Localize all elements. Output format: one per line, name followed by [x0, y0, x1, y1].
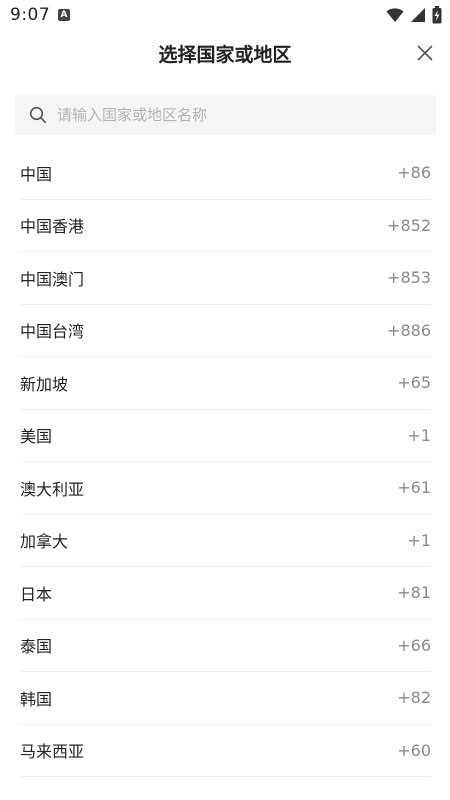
country-name: 美国 — [20, 427, 53, 447]
country-name: 新加坡 — [20, 374, 69, 394]
country-code: +61 — [397, 478, 431, 498]
country-row[interactable]: 中国 +86 — [20, 147, 431, 200]
country-row[interactable]: 新加坡 +65 — [20, 357, 431, 410]
country-row[interactable]: 美国 +1 — [20, 410, 431, 462]
country-code: +886 — [387, 320, 431, 340]
country-name: 韩国 — [20, 689, 53, 709]
country-name: 加拿大 — [20, 532, 69, 552]
a-icon: A — [58, 9, 70, 21]
wifi-icon — [386, 8, 404, 22]
country-code: +82 — [397, 688, 431, 708]
page-title: 选择国家或地区 — [158, 44, 292, 66]
country-name: 中国香港 — [20, 217, 85, 237]
country-row[interactable]: 马来西亚 +60 — [20, 725, 431, 777]
country-name: 澳大利亚 — [20, 479, 85, 499]
country-row[interactable]: 澳大利亚 +61 — [20, 462, 431, 515]
country-code: +852 — [387, 215, 431, 235]
country-name: 中国台湾 — [20, 322, 85, 342]
close-icon — [417, 45, 433, 61]
country-name: 泰国 — [20, 637, 53, 657]
country-code: +86 — [397, 163, 431, 183]
header: 选择国家或地区 — [0, 32, 450, 76]
country-code: +66 — [397, 635, 431, 655]
battery-charging-icon — [432, 6, 442, 24]
country-name: 日本 — [20, 584, 53, 604]
country-code: +65 — [397, 373, 431, 393]
country-row[interactable]: 泰国 +66 — [20, 620, 431, 672]
country-code: +81 — [397, 583, 431, 603]
country-code: +1 — [407, 530, 431, 550]
country-list: 中国 +86 中国香港 +852 中国澳门 +853 中国台湾 +886 新加坡 +65 美国 +1 澳… — [0, 147, 450, 777]
country-row[interactable]: 中国香港 +852 — [20, 200, 431, 252]
country-row[interactable]: 中国澳门 +853 — [20, 252, 431, 305]
signal-icon — [411, 8, 425, 22]
country-code: +853 — [387, 268, 431, 288]
search-box[interactable] — [15, 95, 436, 135]
country-code: +60 — [397, 740, 431, 760]
country-name: 中国澳门 — [20, 269, 85, 289]
status-icons — [386, 6, 442, 24]
country-row[interactable]: 中国台湾 +886 — [20, 305, 431, 357]
country-row[interactable]: 日本 +81 — [20, 567, 431, 620]
country-row[interactable]: 加拿大 +1 — [20, 515, 431, 567]
country-name: 马来西亚 — [20, 742, 85, 762]
search-icon — [29, 106, 47, 124]
status-time: 9:07 — [10, 5, 51, 25]
country-name: 中国 — [20, 164, 53, 184]
country-row[interactable]: 韩国 +82 — [20, 672, 431, 725]
country-code: +1 — [407, 425, 431, 445]
status-bar: 9:07 A — [0, 0, 450, 32]
search-input[interactable] — [55, 99, 429, 131]
close-button[interactable] — [414, 42, 436, 64]
